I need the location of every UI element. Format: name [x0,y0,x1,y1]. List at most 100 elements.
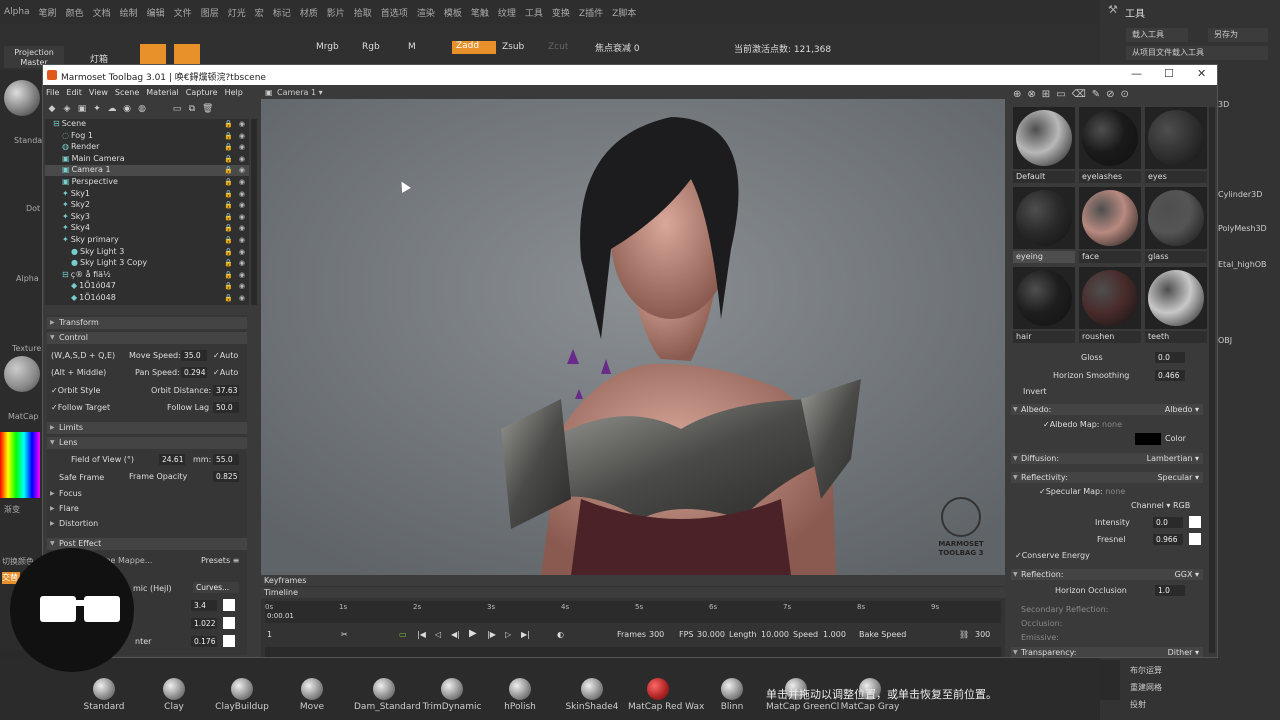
menu-item[interactable]: Material [146,88,179,97]
zbrush-menu-item[interactable]: 拾取 [354,6,381,19]
control-section[interactable]: Control [47,332,247,344]
lens-section[interactable]: Lens [47,437,247,449]
zbrush-menu-item[interactable]: 模板 [444,6,471,19]
center-swatch[interactable] [223,635,235,647]
play-icon[interactable]: ▶ [469,628,477,639]
fresnel-swatch[interactable] [1189,533,1201,545]
menu-item[interactable]: View [89,88,108,97]
brush-item[interactable]: ClayBuildup [212,678,272,712]
keyframe-track[interactable] [265,647,1001,657]
horizon-smoothing-field[interactable]: 0.466 [1155,370,1185,381]
contrast-field[interactable]: 1.022 [191,618,217,629]
keyframes-header[interactable]: Keyframes [261,575,1005,586]
material-name[interactable]: teeth [1145,331,1207,343]
visibility-eye-icon[interactable]: ◉ [239,190,245,198]
save-as-button[interactable]: 另存为 [1208,28,1268,42]
add-light-icon[interactable]: ✦ [92,104,102,114]
focus-section[interactable]: Focus [47,488,247,500]
folder-icon[interactable]: ▭ [1056,89,1071,100]
project-button[interactable]: 投射 [1130,699,1146,710]
curves-button[interactable]: Curves... [193,582,239,593]
move-speed-auto-checkbox[interactable]: ✓Auto [213,351,238,360]
next-frame-icon[interactable]: |▶ [487,630,496,639]
brush-item[interactable]: MatCap Red Wax [628,678,704,712]
scene-tree-item[interactable]: ⊟ ç® å ﬁä½ 🔒 ◉ [45,270,249,281]
intensity-field[interactable]: 0.0 [1153,517,1183,528]
material-thumbnail[interactable] [1079,267,1141,329]
material-name[interactable]: hair [1013,331,1075,343]
lock-icon[interactable]: 🔒 [224,132,233,140]
orbit-style-checkbox[interactable]: ✓Orbit Style [51,386,100,395]
rgb-button[interactable]: Rgb [362,42,380,52]
reflectivity-type-dropdown[interactable]: Specular ▾ [1157,472,1199,483]
lock-icon[interactable]: 🔒 [224,259,233,267]
tool-item-cylinder3d[interactable]: Cylinder3D [1218,190,1262,199]
follow-lag-field[interactable]: 50.0 [213,402,239,413]
fresnel-field[interactable]: 0.966 [1153,534,1183,545]
end-frame-field[interactable]: 300 [975,630,990,639]
lock-icon[interactable]: 🔒 [224,201,233,209]
material-thumbnail[interactable] [1079,187,1141,249]
visibility-eye-icon[interactable]: ◉ [239,248,245,256]
zbrush-menu-item[interactable]: 渲染 [417,6,444,19]
brush-item[interactable]: Clay [144,678,204,712]
3d-viewport[interactable]: MARMOSET TOOLBAG 3 [261,99,1005,575]
transparency-type-dropdown[interactable]: Dither ▾ [1168,647,1199,657]
visibility-eye-icon[interactable]: ◉ [239,120,245,128]
timeline-header[interactable]: Timeline [261,587,1005,598]
frame-field[interactable]: 1 [267,630,272,639]
brush-item[interactable]: Standard [74,678,134,712]
zbrush-menu-item[interactable]: 笔刷 [39,6,66,19]
add-camera-icon[interactable]: ▣ [77,104,87,114]
xpose-button[interactable] [1100,660,1120,700]
albedo-color-swatch[interactable] [1135,433,1161,445]
safe-frame-checkbox[interactable]: Safe Frame [59,473,104,482]
follow-target-checkbox[interactable]: ✓Follow Target [51,403,110,412]
visibility-eye-icon[interactable]: ◉ [239,282,245,290]
next-key-icon[interactable]: ▷ [505,630,511,639]
zbrush-menu-item[interactable]: 文档 [93,6,120,19]
color-picker[interactable] [0,432,40,498]
scene-tree-item[interactable]: ▣ Camera 1 🔒 ◉ [45,165,249,177]
brush-item[interactable]: SkinShade4 [562,678,622,712]
visibility-eye-icon[interactable]: ◉ [239,155,245,163]
reflection-section[interactable]: Reflection: GGX ▾ [1011,569,1203,580]
lock-icon[interactable]: 🔒 [224,282,233,290]
add-mesh-icon[interactable]: ◈ [62,104,72,114]
mm-field[interactable]: 55.0 [213,454,239,465]
brush-item[interactable]: hPolish [490,678,550,712]
zsub-button[interactable]: Zsub [502,42,524,52]
tool-item-obj[interactable]: OBJ [1218,336,1232,345]
distortion-section[interactable]: Distortion [47,518,247,530]
zbrush-menu-item[interactable]: 绘制 [120,6,147,19]
brush-item[interactable]: Dam_Standard [354,678,421,712]
lock-icon[interactable]: 🔒 [224,155,233,163]
remesh-button[interactable]: 重建网格 [1130,682,1162,693]
scene-tree-item[interactable]: ▣ Perspective 🔒 ◉ [45,177,249,188]
lock-icon[interactable]: 🔒 [224,166,233,174]
lock-icon[interactable]: 🔒 [224,213,233,221]
maximize-icon[interactable]: ☐ [1164,67,1174,80]
add-fog-icon[interactable]: ◍ [137,104,147,114]
zbrush-menu-item[interactable]: 灯光 [228,6,255,19]
zbrush-menu-item[interactable]: Z脚本 [612,6,645,19]
brush-item[interactable]: Move [282,678,342,712]
material-name[interactable]: glass [1145,251,1207,263]
gloss-field[interactable]: 0.0 [1155,352,1185,363]
material-name[interactable]: eyelashes [1079,171,1141,183]
fps-field[interactable]: 30.000 [697,630,725,639]
material-name[interactable]: face [1079,251,1141,263]
material-name[interactable]: eyes [1145,171,1207,183]
delete-icon[interactable]: ⌫ [1072,89,1092,100]
lock-icon[interactable]: 🔒 [224,236,233,244]
visibility-eye-icon[interactable]: ◉ [239,294,245,302]
visibility-eye-icon[interactable]: ◉ [239,132,245,140]
pick-icon[interactable]: ✎ [1092,89,1106,100]
lock-icon[interactable]: 🔒 [224,143,233,151]
add-object-icon[interactable]: ◆ [47,104,57,114]
visibility-eye-icon[interactable]: ◉ [239,213,245,221]
scene-tree-item[interactable]: ✦ Sky primary 🔒 ◉ [45,235,249,246]
zbrush-menu-item[interactable]: 变换 [552,6,579,19]
boolean-button[interactable]: 布尔运算 [1130,665,1162,676]
load-from-project-button[interactable]: 从项目文件载入工具 [1126,46,1268,60]
